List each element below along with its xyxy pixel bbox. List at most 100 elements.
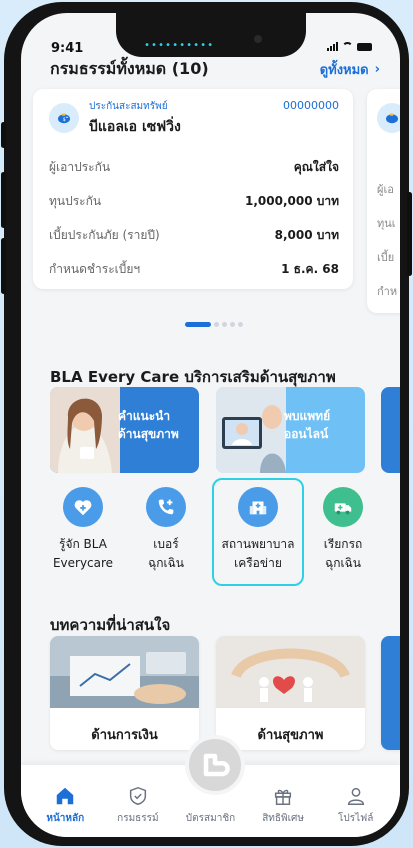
banner-line: ออนไลน์: [284, 427, 329, 441]
member-card-fab[interactable]: [185, 735, 245, 795]
care-title: BLA Every Care บริการเสริมด้านสุขภาพ: [50, 368, 336, 386]
notch: ••••••••••: [116, 13, 306, 57]
health-advice-banner[interactable]: คำแนะนำ ด้านสุขภาพ: [50, 387, 199, 473]
policy-number: 00000000: [283, 99, 339, 112]
status-icons: [327, 42, 372, 51]
service-label-line: ฉุกเฉิน: [325, 556, 361, 570]
service-bla-everycare[interactable]: รู้จัก BLA Everycare: [41, 487, 125, 573]
phone-plus-icon: [146, 487, 186, 527]
service-label-line: รู้จัก BLA: [59, 537, 107, 551]
row-label: ผู้เอาประกัน: [49, 159, 111, 174]
policy-row-premium: เบี้ยประกันภัย (รายปี) 8,000 บาท: [49, 218, 339, 252]
battery-icon: [357, 42, 372, 51]
nav-label: โปรไฟล์: [338, 813, 374, 824]
article-finance[interactable]: ด้านการเงิน: [50, 636, 199, 750]
service-emergency-number[interactable]: เบอร์ฉุกเฉิน: [124, 487, 208, 573]
chevron-right-icon: ›: [374, 62, 380, 77]
health-photo: [216, 636, 365, 708]
peek-label: ผู้เอ: [377, 183, 394, 196]
banner-line: พบแพทย์: [284, 409, 331, 423]
volume-down-button: [1, 238, 6, 294]
piggy-bank-icon: [377, 103, 400, 133]
bla-logo-icon: [203, 753, 230, 777]
carousel-dot-active: [185, 322, 211, 327]
nav-label: สิทธิพิเศษ: [262, 813, 304, 824]
service-network-hospital[interactable]: สถานพยาบาลเครือข่าย: [216, 487, 300, 573]
nav-privileges[interactable]: สิทธิพิเศษ: [251, 785, 315, 837]
service-label-line: ฉุกเฉิน: [148, 556, 184, 570]
signal-icon: [327, 42, 338, 51]
carousel-dot: [230, 322, 235, 327]
online-doctor-banner[interactable]: พบแพทย์ ออนไลน์: [216, 387, 365, 473]
policy-row-insured: ผู้เอาประกัน คุณใส่ใจ: [49, 150, 339, 184]
article-next[interactable]: [381, 636, 400, 750]
front-camera: [254, 35, 262, 43]
row-label: เบี้ยประกันภัย (รายปี): [49, 227, 160, 242]
banner-text: พบแพทย์ ออนไลน์: [284, 407, 330, 443]
article-label: ด้านสุขภาพ: [257, 728, 324, 743]
article-health[interactable]: ด้านสุขภาพ: [216, 636, 365, 750]
policy-name: บีแอลเอ เซฟวิ่ง: [89, 119, 181, 135]
see-all-label: ดูทั้งหมด: [319, 63, 369, 78]
home-icon: [57, 787, 74, 805]
shield-icon: [129, 786, 146, 806]
service-label-line: Everycare: [52, 556, 114, 570]
mute-switch: [1, 122, 6, 148]
peek-label: ทุนเ: [377, 217, 396, 230]
article-label: ด้านการเงิน: [91, 728, 158, 743]
service-label-line: เรียกรถ: [323, 537, 363, 551]
row-value: 1 ธ.ค. 68: [281, 261, 339, 276]
policy-row-due-date: กำหนดชำระเบี้ยฯ 1 ธ.ค. 68: [49, 252, 339, 286]
wifi-icon: [342, 42, 353, 51]
policy-row-sum-insured: ทุนประกัน 1,000,000 บาท: [49, 184, 339, 218]
heart-plus-icon: [63, 487, 103, 527]
service-label: เรียกรถฉุกเฉิน: [324, 535, 363, 573]
nav-policies[interactable]: กรมธรรม์: [106, 785, 170, 837]
service-label-line: เครือข่าย: [234, 556, 282, 570]
status-time: 9:41: [51, 41, 84, 56]
row-value: 8,000 บาท: [274, 227, 339, 242]
peek-label: กำห: [377, 285, 398, 298]
phone-frame: •••••••••• 9:41 กรมธรรม์ทั้งหมด (10) ดูท…: [1, 2, 412, 846]
profile-icon: [347, 787, 364, 805]
nav-label: กรมธรรม์: [117, 813, 159, 824]
carousel-dot: [214, 322, 219, 327]
carousel-dots[interactable]: [185, 322, 243, 327]
row-label: ทุนประกัน: [49, 193, 102, 208]
service-label: สถานพยาบาลเครือข่าย: [222, 535, 295, 573]
doctor-photo: [216, 387, 286, 473]
row-label: กำหนดชำระเบี้ยฯ: [49, 261, 141, 276]
peek-label: เบี้ย: [377, 251, 395, 264]
service-label-line: สถานพยาบาล: [221, 537, 295, 551]
service-label-line: เบอร์: [153, 537, 179, 551]
nav-profile[interactable]: โปรไฟล์: [324, 785, 388, 837]
power-button: [407, 192, 412, 276]
nav-home[interactable]: หน้าหลัก: [33, 785, 97, 837]
nav-label: บัตรสมาชิก: [185, 813, 236, 824]
service-label: เบอร์ฉุกเฉิน: [148, 535, 184, 573]
hospital-icon: [238, 487, 278, 527]
svg-text:$: $: [63, 117, 66, 123]
service-call-ambulance[interactable]: เรียกรถฉุกเฉิน: [301, 487, 385, 573]
articles-title: บทความที่น่าสนใจ: [50, 616, 171, 634]
piggy-bank-icon: $: [49, 103, 79, 133]
service-label: รู้จัก BLA Everycare: [53, 535, 113, 573]
nav-label: หน้าหลัก: [46, 813, 85, 824]
policy-card-next[interactable]: ผู้เอ ทุนเ เบี้ย กำห: [367, 89, 400, 313]
policies-header: กรมธรรม์ทั้งหมด (10) ดูทั้งหมด ›: [50, 57, 380, 82]
policies-title: กรมธรรม์ทั้งหมด (10): [50, 59, 209, 78]
see-all-link[interactable]: ดูทั้งหมด ›: [320, 59, 380, 80]
gift-icon: [275, 789, 292, 805]
notch-indicator: ••••••••••: [144, 40, 215, 51]
banner-line: ด้านสุขภาพ: [118, 427, 179, 441]
policy-type: ประกันสะสมทรัพย์: [89, 101, 168, 112]
carousel-dot: [238, 322, 243, 327]
finance-photo: [50, 636, 199, 708]
row-value: 1,000,000 บาท: [244, 193, 339, 208]
banner-next[interactable]: [381, 387, 400, 473]
banner-text: คำแนะนำ ด้านสุขภาพ: [118, 407, 179, 443]
policy-card[interactable]: $ ประกันสะสมทรัพย์ บีแอลเอ เซฟวิ่ง 00000…: [33, 89, 353, 289]
volume-up-button: [1, 172, 6, 228]
screen: •••••••••• 9:41 กรมธรรม์ทั้งหมด (10) ดูท…: [21, 13, 400, 837]
row-value: คุณใส่ใจ: [293, 159, 339, 174]
